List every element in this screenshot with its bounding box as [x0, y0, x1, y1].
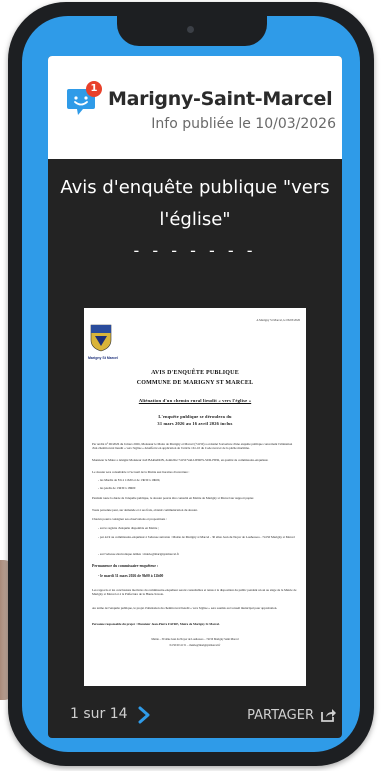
chevron-right-icon[interactable]	[136, 705, 152, 725]
doc-commune: Marigny St Marcel	[88, 356, 118, 360]
app-header: 1 Marigny-Saint-Marcel Info publiée le 1…	[48, 56, 342, 159]
doc-paragraph: Toute personne peut, sur demande et à se…	[92, 508, 198, 512]
doc-paragraph: - sur l'adresse électronique dédiée : ma…	[98, 552, 179, 556]
doc-paragraph: Pendant toute la durée de l'enquête publ…	[92, 496, 255, 500]
publish-date: Info publiée le 10/03/2026	[151, 116, 336, 132]
post-footer: 1 sur 14 PARTAGER	[48, 696, 342, 738]
post-title-line1: Avis d'enquête publique "vers	[60, 177, 330, 198]
doc-heading2: COMMUNE DE MARIGNY ST MARCEL	[136, 380, 254, 386]
share-icon	[321, 709, 336, 722]
notification-badge: 1	[86, 81, 102, 97]
doc-paragraph: Au terme de l'enquête publique, le proje…	[92, 606, 278, 610]
doc-paragraph: Chacun pourra consigner ses observations…	[92, 517, 167, 521]
camera-icon	[187, 26, 194, 33]
doc-paragraph: Le dossier sera consultable à l'accueil …	[92, 470, 190, 474]
phone-frame: 1 Marigny-Saint-Marcel Info publiée le 1…	[8, 2, 374, 766]
doc-paragraph: Monsieur le Maire a désigné Monsieur Joë…	[92, 458, 269, 462]
doc-permanence-title: Permanence du commissaire-enquêteur :	[92, 564, 159, 568]
share-button[interactable]: PARTAGER	[247, 702, 336, 728]
doc-dates: 31 mars 2026 au 16 avril 2026 inclus	[157, 421, 233, 426]
doc-paragraph: - les jeudis de 13h30 à 18h00	[98, 486, 136, 490]
doc-dates-title: L'enquête publique se déroulera du	[158, 414, 232, 419]
app-screen: 1 Marigny-Saint-Marcel Info publiée le 1…	[48, 56, 342, 738]
app-title: Marigny-Saint-Marcel	[108, 88, 333, 110]
doc-paragraph: Par arrêté n° 06/2026 du 6 mars 2026, Mo…	[92, 442, 293, 450]
doc-footer-address: Mairie – 30 allée Jean du Noyer de Louho…	[151, 638, 239, 641]
doc-paragraph: - par écrit au commissaire-enquêteur à l…	[98, 535, 295, 539]
page-indicator: 1 sur 14	[70, 706, 128, 722]
share-label: PARTAGER	[247, 707, 314, 723]
doc-subject: Aliénation d'un chemin rural lieudit « v…	[138, 398, 252, 403]
doc-paragraph: Les rapports et les conclusions motivées…	[92, 588, 297, 596]
doc-paragraph: - les Mardis de 8 h à 11h30 et de 13h30 …	[98, 478, 161, 482]
phone-screen-border: 1 Marigny-Saint-Marcel Info publiée le 1…	[22, 16, 360, 752]
doc-footer-contact: 04 50 60 41 51 – mairie@marignystmarcel.…	[169, 644, 221, 647]
document-image[interactable]: Marigny St Marcel A Marigny St Marcel, l…	[84, 308, 306, 686]
post-title-line2: l'église"	[159, 209, 231, 230]
doc-paragraph: - sur le registre d'enquête disponible e…	[98, 526, 159, 530]
commune-crest-icon	[90, 324, 112, 352]
dashed-divider: - - - - - - -	[133, 241, 257, 260]
doc-heading1: AVIS D'ENQUÊTE PUBLIQUE	[151, 370, 239, 376]
doc-responsible: Personne responsable du projet : Monsieu…	[92, 622, 220, 626]
phone-notch	[117, 16, 267, 46]
post-title: Avis d'enquête publique "vers l'église"	[48, 172, 342, 236]
doc-date: A Marigny St Marcel, le 06/03/2026	[256, 318, 300, 322]
doc-permanence: - le mardi 31 mars 2026 de 9h00 à 12h00	[98, 574, 164, 578]
